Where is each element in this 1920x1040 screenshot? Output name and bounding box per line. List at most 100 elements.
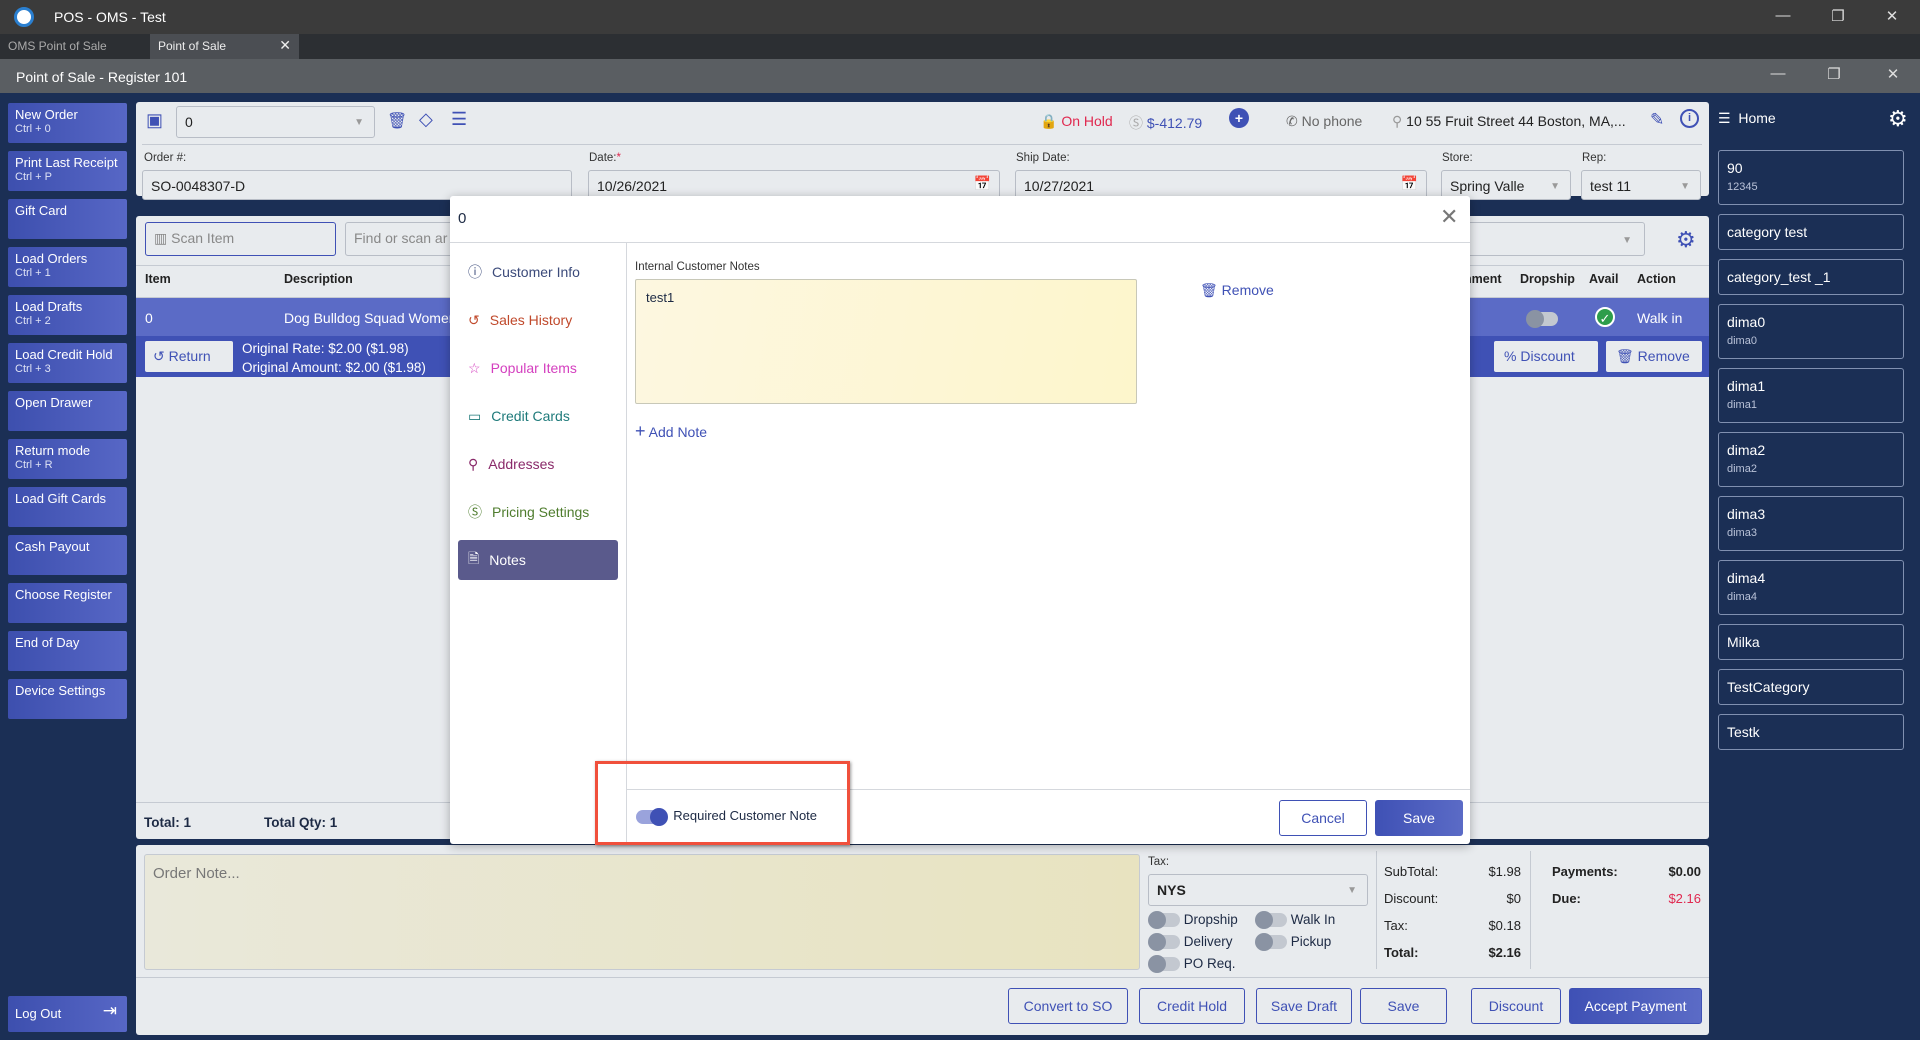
choose-register-button[interactable]: Choose Register bbox=[8, 583, 127, 623]
category-item[interactable]: dima4 dima4 bbox=[1718, 560, 1904, 615]
credit-hold-button[interactable]: Credit Hold bbox=[1139, 988, 1245, 1024]
trash-icon: 🗑 bbox=[1200, 282, 1218, 298]
address: ⚲ 10 55 Fruit Street 44 Boston, MA,... bbox=[1392, 113, 1626, 129]
print-last-receipt-button[interactable]: Print Last Receipt Ctrl + P bbox=[8, 151, 127, 191]
nav-addresses[interactable]: ⚲ Addresses bbox=[458, 444, 618, 484]
tab-label: Point of Sale bbox=[158, 39, 227, 53]
line-remove-button[interactable]: 🗑 Remove bbox=[1606, 341, 1702, 372]
save-button[interactable]: Save bbox=[1375, 800, 1463, 836]
nav-notes[interactable]: 🗎 Notes bbox=[458, 540, 618, 580]
register-minimize-button[interactable]: — bbox=[1763, 65, 1793, 82]
return-button[interactable]: ↺ Return bbox=[145, 341, 233, 372]
nav-sales-history[interactable]: ↺ Sales History bbox=[458, 300, 618, 340]
load-gift-cards-button[interactable]: Load Gift Cards bbox=[8, 487, 127, 527]
order-discount-button[interactable]: Discount bbox=[1471, 988, 1561, 1024]
category-item[interactable]: category test bbox=[1718, 214, 1904, 250]
row-item: 0 bbox=[145, 310, 153, 326]
category-item[interactable]: dima3 dima3 bbox=[1718, 496, 1904, 551]
original-pricing: Original Rate: $2.00 ($1.98) Original Amo… bbox=[242, 341, 426, 375]
tax-amount-label: Tax: bbox=[1384, 918, 1408, 933]
convert-to-so-button[interactable]: Convert to SO bbox=[1008, 988, 1128, 1024]
modal-close-icon[interactable]: ✕ bbox=[1440, 204, 1458, 230]
delivery-option[interactable]: Delivery bbox=[1148, 933, 1233, 952]
category-item[interactable]: dima1 dima1 bbox=[1718, 368, 1904, 423]
tab-oms-point-of-sale[interactable]: OMS Point of Sale bbox=[0, 34, 150, 59]
new-order-button[interactable]: New Order Ctrl + 0 bbox=[8, 103, 127, 143]
customer-select[interactable]: 0 ▼ bbox=[176, 106, 375, 138]
load-orders-button[interactable]: Load Orders Ctrl + 1 bbox=[8, 247, 127, 287]
line-discount-button[interactable]: % Discount bbox=[1494, 341, 1598, 372]
save-order-button[interactable]: Save bbox=[1360, 988, 1447, 1024]
phone: ✆ No phone bbox=[1286, 113, 1363, 129]
balance: Ⓢ $-412.79 bbox=[1129, 115, 1203, 131]
customer-card-icon[interactable]: ▣ bbox=[146, 110, 163, 131]
cash-payout-button[interactable]: Cash Payout bbox=[8, 535, 127, 575]
column-description: Description bbox=[284, 272, 353, 286]
dropship-toggle[interactable] bbox=[1526, 310, 1558, 329]
end-of-day-button[interactable]: End of Day bbox=[8, 631, 127, 671]
category-item[interactable]: 90 12345 bbox=[1718, 150, 1904, 205]
status-badge: 🔒 On Hold bbox=[1040, 113, 1113, 129]
tag-icon[interactable]: ◇ bbox=[419, 109, 433, 130]
minimize-button[interactable]: — bbox=[1768, 7, 1798, 24]
edit-pencil-icon[interactable]: ✎ bbox=[1650, 110, 1664, 130]
load-credit-hold-button[interactable]: Load Credit Hold Ctrl + 3 bbox=[8, 343, 127, 383]
log-out-button[interactable]: Log Out ⇥ bbox=[8, 996, 127, 1032]
discount-label: Discount: bbox=[1384, 891, 1439, 906]
add-note-button[interactable]: + Add Note bbox=[635, 421, 707, 442]
info-icon[interactable]: i bbox=[1680, 109, 1699, 128]
settings-gear-icon[interactable]: ⚙ bbox=[1888, 106, 1908, 132]
order-number-label: Order #: bbox=[144, 152, 187, 164]
dollar-icon: Ⓢ bbox=[1129, 115, 1143, 131]
restore-button[interactable]: ❐ bbox=[1823, 7, 1853, 25]
accept-payment-button[interactable]: Accept Payment bbox=[1569, 988, 1702, 1024]
nav-customer-info[interactable]: ⓘ Customer Info bbox=[458, 252, 618, 292]
note-textarea[interactable]: test1 bbox=[635, 279, 1137, 404]
category-item[interactable]: Milka bbox=[1718, 624, 1904, 660]
device-settings-button[interactable]: Device Settings bbox=[8, 679, 127, 719]
category-item[interactable]: TestCategory bbox=[1718, 669, 1904, 705]
due-value: $2.16 bbox=[1668, 891, 1701, 906]
close-tab-icon[interactable]: ✕ bbox=[279, 37, 291, 54]
category-item[interactable]: Testk bbox=[1718, 714, 1904, 750]
trash-icon[interactable]: 🗑 bbox=[387, 111, 407, 131]
return-mode-button[interactable]: Return mode Ctrl + R bbox=[8, 439, 127, 479]
po-required-option[interactable]: PO Req. bbox=[1148, 955, 1236, 974]
register-close-button[interactable]: ✕ bbox=[1878, 65, 1908, 83]
credit-card-icon: ▭ bbox=[468, 407, 482, 424]
category-item[interactable]: dima2 dima2 bbox=[1718, 432, 1904, 487]
remove-note-button[interactable]: 🗑 Remove bbox=[1200, 282, 1274, 299]
walk-in-option[interactable]: Walk In bbox=[1255, 911, 1335, 930]
register-restore-button[interactable]: ❐ bbox=[1819, 65, 1849, 83]
rep-select[interactable]: test 11 ▼ bbox=[1581, 170, 1701, 200]
tax-select[interactable]: NYS ▼ bbox=[1148, 874, 1368, 906]
load-drafts-button[interactable]: Load Drafts Ctrl + 2 bbox=[8, 295, 127, 335]
nav-credit-cards[interactable]: ▭ Credit Cards bbox=[458, 396, 618, 436]
pickup-option[interactable]: Pickup bbox=[1255, 933, 1331, 952]
scan-item-input[interactable]: ▥ Scan Item bbox=[145, 222, 336, 256]
date-label: Date:* bbox=[589, 152, 621, 164]
receipt-icon[interactable]: ☰ bbox=[451, 109, 467, 130]
column-avail: Avail bbox=[1589, 272, 1619, 286]
cancel-button[interactable]: Cancel bbox=[1279, 800, 1367, 836]
gear-icon[interactable]: ⚙ bbox=[1676, 227, 1696, 253]
category-item[interactable]: dima0 dima0 bbox=[1718, 304, 1904, 359]
location-pin-icon: ⚲ bbox=[468, 455, 479, 472]
ship-date-label: Ship Date: bbox=[1016, 152, 1070, 164]
order-note-input[interactable]: Order Note... bbox=[144, 854, 1140, 970]
close-button[interactable]: ✕ bbox=[1877, 7, 1907, 25]
tab-point-of-sale[interactable]: Point of Sale ✕ bbox=[150, 34, 299, 59]
open-drawer-button[interactable]: Open Drawer bbox=[8, 391, 127, 431]
highlight-box bbox=[595, 761, 850, 845]
discount-value: $0 bbox=[1506, 891, 1521, 906]
add-icon[interactable]: + bbox=[1229, 108, 1249, 128]
save-draft-button[interactable]: Save Draft bbox=[1256, 988, 1352, 1024]
nav-pricing-settings[interactable]: Ⓢ Pricing Settings bbox=[458, 492, 618, 532]
gift-card-button[interactable]: Gift Card bbox=[8, 199, 127, 239]
home-menu[interactable]: ☰ Home bbox=[1718, 110, 1776, 127]
column-item: Item bbox=[145, 272, 171, 286]
nav-popular-items[interactable]: ☆ Popular Items bbox=[458, 348, 618, 388]
dropship-option[interactable]: Dropship bbox=[1148, 911, 1238, 930]
category-item[interactable]: category_test _1 bbox=[1718, 259, 1904, 295]
title-bar: POS - OMS - Test — ❐ ✕ bbox=[0, 0, 1920, 34]
